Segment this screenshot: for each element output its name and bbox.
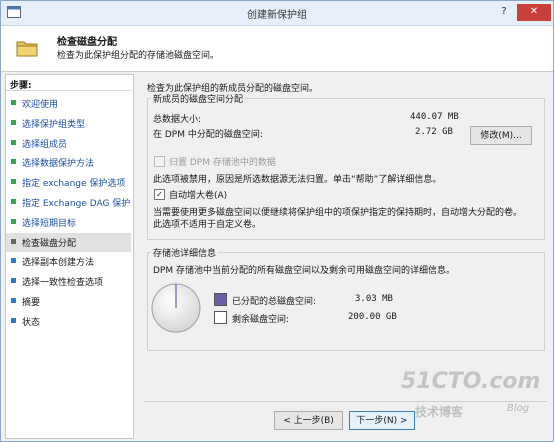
step-4[interactable]: 选择数据保护方法 — [6, 153, 131, 172]
step-status-icon — [11, 278, 16, 284]
back-button[interactable]: < 上一步(B) — [274, 411, 343, 430]
wizard-window: 创建新保护组 ? ✕ 检查磁盘分配 检查为此保护组分配的存储池磁盘空间。 步骤:… — [0, 0, 554, 442]
free-space-label: 剩余磁盘空间: — [232, 315, 290, 325]
step-label: 检查磁盘分配 — [22, 238, 77, 249]
step-status-icon — [11, 179, 16, 185]
watermark-blog: Blog — [507, 403, 530, 414]
next-button[interactable]: 下一步(N) > — [349, 411, 415, 430]
close-button[interactable]: ✕ — [517, 4, 551, 21]
checkmark-icon: ✓ — [156, 190, 163, 199]
folder-icon — [16, 41, 38, 57]
autogrow-checkbox[interactable]: ✓ — [154, 189, 165, 200]
free-space-value: 200.00 GB — [348, 312, 397, 322]
step-5[interactable]: 指定 exchange 保护选项 — [6, 173, 131, 192]
step-6[interactable]: 指定 Exchange DAG 保护 — [6, 193, 131, 212]
free-legend-swatch — [214, 311, 227, 324]
step-status-icon — [11, 139, 16, 145]
colocate-note: 此选项被禁用，原因是所选数据源无法归置。单击“帮助”了解详细信息。 — [153, 175, 442, 185]
allocated-space-label: 已分配的总磁盘空间: — [232, 297, 317, 307]
steps-divider — [6, 90, 131, 91]
dpm-allocated-label: 在 DPM 中分配的磁盘空间: — [153, 130, 263, 140]
autogrow-label[interactable]: 自动增大卷(A) — [169, 188, 227, 201]
footer-divider — [144, 401, 547, 402]
step-label[interactable]: 选择组成员 — [22, 137, 67, 150]
storage-pool-group-label: 存储池详细信息 — [151, 246, 219, 259]
allocation-group-label: 新成员的磁盘空间分配 — [151, 92, 246, 105]
colocate-label: 归置 DPM 存储池中的数据 — [169, 158, 276, 168]
step-11: 摘要 — [6, 292, 131, 311]
page-title: 检查磁盘分配 — [57, 37, 117, 48]
step-label: 摘要 — [22, 298, 41, 308]
step-label[interactable]: 指定 exchange 保护选项 — [22, 176, 125, 189]
step-label: 选择一致性检查选项 — [22, 278, 104, 289]
step-status-icon — [11, 199, 16, 204]
allocated-legend-swatch — [214, 293, 227, 306]
step-status-icon — [11, 100, 16, 105]
watermark-subtitle: 技术博客 — [415, 405, 464, 419]
step-label[interactable]: 选择数据保护方法 — [22, 156, 94, 169]
step-status-icon — [11, 298, 16, 303]
step-status-icon — [11, 258, 16, 264]
step-status-icon — [11, 238, 16, 244]
step-status-icon — [11, 119, 16, 125]
disk-usage-pie — [151, 283, 201, 333]
allocated-space-value: 3.03 MB — [355, 294, 393, 304]
storage-pool-description: DPM 存储池中当前分配的所有磁盘空间以及剩余可用磁盘空间的详细信息。 — [153, 266, 455, 276]
window-title: 创建新保护组 — [247, 10, 307, 21]
step-label[interactable]: 选择短期目标 — [22, 216, 76, 229]
help-button[interactable]: ? — [493, 4, 515, 21]
allocation-group: 新成员的磁盘空间分配 总数据大小: 440.07 MB 在 DPM 中分配的磁盘… — [147, 92, 545, 240]
step-label[interactable]: 指定 Exchange DAG 保护 — [22, 196, 130, 209]
wizard-header: 检查磁盘分配 检查为此保护组分配的存储池磁盘空间。 — [1, 26, 553, 72]
step-status-icon — [11, 317, 16, 323]
step-8: 检查磁盘分配 — [6, 232, 131, 252]
step-label[interactable]: 欢迎使用 — [22, 97, 58, 110]
step-label: 选择副本创建方法 — [22, 258, 95, 269]
dpm-allocated-value: 2.72 GB — [415, 127, 453, 137]
total-data-size-label: 总数据大小: — [153, 115, 202, 125]
step-3[interactable]: 选择组成员 — [6, 134, 131, 153]
step-label: 状态 — [22, 317, 41, 328]
step-label[interactable]: 选择保护组类型 — [22, 117, 85, 130]
step-status-icon — [11, 159, 16, 165]
step-7[interactable]: 选择短期目标 — [6, 213, 131, 232]
step-2[interactable]: 选择保护组类型 — [6, 114, 131, 133]
page-subtitle: 检查为此保护组分配的存储池磁盘空间。 — [57, 51, 220, 61]
title-bar: 创建新保护组 ? ✕ — [1, 1, 553, 26]
total-data-size-value: 440.07 MB — [410, 112, 459, 122]
step-status-icon — [11, 218, 16, 224]
step-9: 选择副本创建方法 — [6, 252, 131, 271]
watermark-logo: 51CTO.com — [401, 369, 541, 394]
steps-sidebar: 步骤: 欢迎使用 选择保护组类型 选择组成员 选择数据保护方法 指定 exchange … — [5, 74, 134, 439]
storage-pool-group: 存储池详细信息 DPM 存储池中当前分配的所有磁盘空间以及剩余可用磁盘空间的详细… — [147, 246, 545, 351]
colocate-checkbox — [154, 156, 165, 167]
autogrow-note-line-2: 此选项不适用于自定义卷。 — [153, 220, 262, 230]
step-10: 选择一致性检查选项 — [6, 272, 131, 291]
step-1[interactable]: 欢迎使用 — [6, 94, 131, 113]
modify-button[interactable]: 修改(M)... — [470, 126, 532, 145]
step-12: 状态 — [6, 312, 131, 331]
